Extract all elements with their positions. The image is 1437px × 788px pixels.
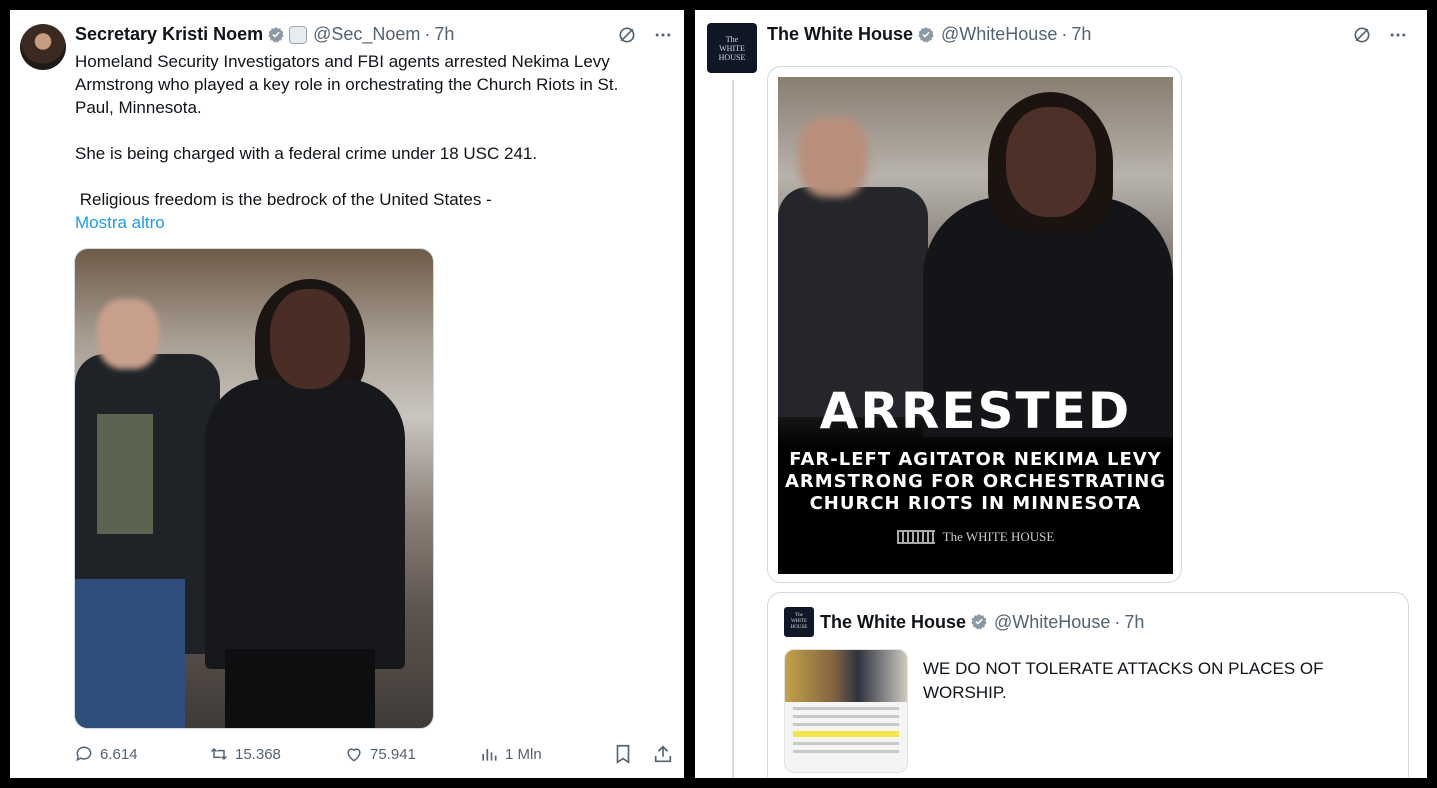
views-icon [482,749,497,761]
government-badge-icon [289,25,308,44]
quoted-tweet-time: 7h [1124,611,1145,632]
author-name[interactable]: The White House [767,24,913,45]
tweet-top-actions [616,24,674,46]
left-tweet: Secretary Kristi Noem @Sec_Noem · 7h Hom… [10,10,684,778]
more-options-icon[interactable] [652,24,674,46]
bookmark-icon[interactable] [612,743,634,765]
more-options-icon[interactable] [1387,24,1409,46]
views-count: 1 Mln [505,745,542,763]
tweet-time[interactable]: 7h [434,24,454,45]
right-tweet: The WHITE HOUSE The White House @WhiteHo… [695,10,1427,778]
repost-count: 15.368 [235,745,281,763]
tweet-body: Homeland Security Investigators and FBI … [75,50,655,234]
heart-icon [347,748,361,762]
verified-badge-icon [918,26,934,43]
reply-count: 6.614 [100,745,138,763]
verified-badge-icon [268,26,284,43]
tweet-header: The White House @WhiteHouse · 7h [767,24,1091,45]
reply-button[interactable]: 6.614 [74,744,209,764]
white-house-logo: The WHITE HOUSE [778,529,1173,545]
grok-icon[interactable] [616,24,638,46]
separator-dot: · [1114,611,1121,632]
share-icon[interactable] [652,743,674,765]
white-house-building-icon [896,530,935,544]
like-count: 75.941 [370,745,416,763]
tweet-paragraph: Homeland Security Investigators and FBI … [75,52,619,117]
quoted-tweet[interactable]: The WHITE HOUSE The White House @WhiteHo… [767,592,1409,778]
quoted-author-name: The White House [820,611,967,632]
tweet-photo[interactable] [74,248,434,729]
separator-dot: · [1061,24,1068,44]
grok-icon[interactable] [1351,24,1373,46]
tweet-header: Secretary Kristi Noem @Sec_Noem · 7h [75,24,454,45]
quoted-tweet-header: The WHITE HOUSE The White House @WhiteHo… [784,607,1144,637]
repost-button[interactable]: 15.368 [209,744,344,764]
thread-line [732,80,734,778]
author-handle[interactable]: @Sec_Noem [313,24,420,45]
tweet-paragraph: She is being charged with a federal crim… [75,144,538,163]
poster-subtitle: FAR-LEFT AGITATOR NEKIMA LEVY ARMSTRONG … [784,449,1167,514]
author-handle[interactable]: @WhiteHouse [941,24,1057,45]
tweet-photo[interactable]: ARRESTED FAR-LEFT AGITATOR NEKIMA LEVY A… [767,66,1182,583]
repost-icon [210,747,228,761]
tweet-time[interactable]: 7h [1071,24,1091,45]
author-name[interactable]: Secretary Kristi Noem [75,24,263,45]
reply-icon [76,746,92,762]
views-button[interactable]: 1 Mln [479,744,604,764]
separator-dot: · [424,24,431,44]
like-button[interactable]: 75.941 [344,744,479,764]
author-avatar[interactable] [20,24,66,70]
quoted-author-avatar: The WHITE HOUSE [784,607,814,637]
quoted-author-handle: @WhiteHouse [994,611,1111,632]
poster-title: ARRESTED [819,382,1132,440]
show-more-link[interactable]: Mostra altro [75,211,655,234]
quoted-tweet-text: WE DO NOT TOLERATE ATTACKS ON PLACES OF … [923,659,1324,702]
tweet-actions-bar: 6.614 15.368 75.941 1 Mln [74,743,674,765]
quoted-tweet-thumbnail [784,649,908,773]
tweet-paragraph: Religious freedom is the bedrock of the … [75,190,492,209]
tweet-top-actions [1351,24,1409,46]
verified-badge-icon [971,614,987,630]
arrested-poster: ARRESTED FAR-LEFT AGITATOR NEKIMA LEVY A… [778,77,1173,574]
author-avatar[interactable]: The WHITE HOUSE [707,23,757,73]
photo-figure [205,379,405,669]
